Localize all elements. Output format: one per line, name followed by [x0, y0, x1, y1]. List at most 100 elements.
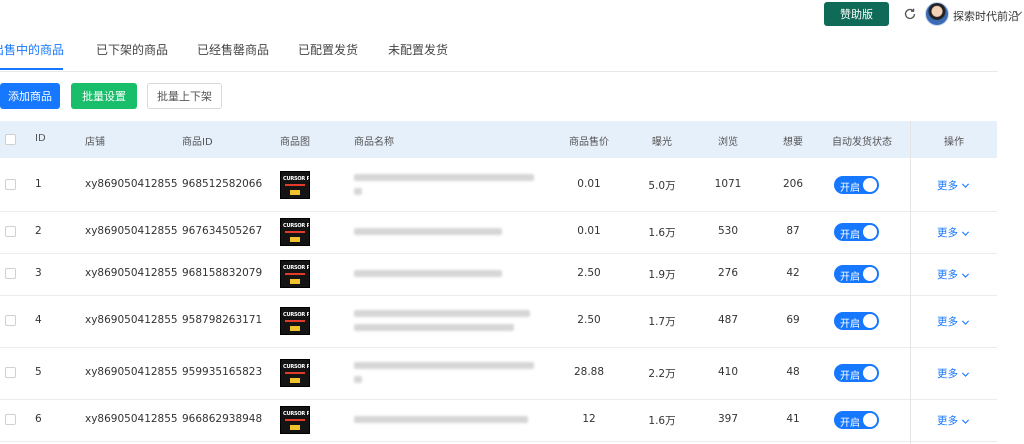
batch-settings-button[interactable]: 批量设置 — [71, 83, 137, 109]
product-image-text: CURSOR PRO — [283, 175, 310, 182]
chevron-down-icon — [961, 320, 970, 325]
more-button[interactable]: 更多 — [937, 413, 970, 428]
col-ops: 操作 — [944, 137, 964, 148]
add-product-button[interactable]: 添加商品 — [0, 83, 60, 109]
chevron-down-icon — [961, 183, 970, 188]
tab-on-sale[interactable]: 出售中的商品 — [0, 41, 64, 58]
auto-ship-toggle[interactable]: 开启 — [834, 312, 879, 330]
row-price: 28.88 — [573, 366, 605, 378]
tab-configured-shipping[interactable]: 已配置发货 — [298, 41, 358, 58]
col-auto-ship: 自动发货状态 — [832, 137, 892, 148]
more-button[interactable]: 更多 — [937, 314, 970, 329]
row-shop: xy869050412855 — [85, 225, 178, 237]
row-wants: 87 — [786, 225, 800, 237]
more-button[interactable]: 更多 — [937, 366, 970, 381]
product-name-blurred — [354, 362, 534, 390]
toggle-knob — [863, 225, 877, 239]
row-shop: xy869050412855 — [85, 314, 178, 326]
more-button[interactable]: 更多 — [937, 267, 970, 282]
refresh-icon[interactable] — [903, 7, 917, 21]
select-all-checkbox[interactable] — [5, 134, 16, 145]
product-image-text: CURSOR PRO — [283, 265, 310, 271]
auto-ship-toggle-label: 开启 — [840, 272, 860, 283]
auto-ship-toggle[interactable]: 开启 — [834, 265, 879, 283]
table-row: 2 xy869050412855 967634505267 CURSOR PRO… — [0, 211, 997, 254]
row-product-id: 959935165823 — [182, 366, 263, 378]
product-image[interactable]: CURSOR PRO — [280, 307, 310, 335]
product-image-stripe — [285, 419, 305, 421]
row-price: 12 — [582, 413, 596, 425]
product-image-stripe — [285, 320, 305, 322]
tab-off-shelf[interactable]: 已下架的商品 — [96, 41, 168, 58]
auto-ship-toggle[interactable]: 开启 — [834, 411, 879, 429]
row-shop: xy869050412855 — [85, 267, 178, 279]
top-bar: 赞助版 探索时代前沿 — [0, 0, 1024, 30]
col-id: ID — [35, 133, 46, 144]
product-image-text: CURSOR PRO — [283, 411, 310, 417]
auto-ship-toggle[interactable]: 开启 — [834, 175, 879, 194]
row-product-id: 958798263171 — [182, 314, 263, 326]
col-product-id: 商品ID — [182, 137, 213, 148]
row-views: 397 — [717, 413, 739, 425]
auto-ship-toggle[interactable]: 开启 — [834, 223, 879, 241]
tab-unconfigured-shipping[interactable]: 未配置发货 — [388, 41, 448, 58]
product-image-stripe — [285, 231, 305, 233]
more-button[interactable]: 更多 — [937, 225, 970, 240]
user-name[interactable]: 探索时代前沿 — [953, 8, 1019, 24]
row-views: 487 — [717, 314, 739, 326]
row-id: 4 — [35, 314, 42, 326]
toggle-knob — [863, 314, 877, 328]
product-image-text: CURSOR PRO — [283, 312, 310, 318]
product-image[interactable]: CURSOR PRO — [280, 406, 310, 434]
product-image[interactable]: CURSOR PRO — [280, 218, 310, 246]
col-name: 商品名称 — [354, 137, 394, 148]
toggle-knob — [863, 413, 877, 427]
product-image[interactable]: CURSOR PRO — [280, 170, 310, 199]
chevron-down-icon[interactable] — [1014, 9, 1023, 18]
more-button-label: 更多 — [937, 368, 958, 380]
row-checkbox[interactable] — [5, 226, 16, 237]
batch-shelf-toggle-button[interactable]: 批量上下架 — [147, 83, 222, 109]
product-image-badge — [290, 279, 300, 284]
product-name-blurred — [354, 270, 502, 284]
row-id: 5 — [35, 366, 42, 378]
auto-ship-toggle-label: 开启 — [840, 319, 860, 330]
tab-sold-out[interactable]: 已经售罄商品 — [197, 41, 269, 58]
row-product-id: 968512582066 — [182, 177, 263, 190]
row-wants: 69 — [786, 314, 800, 326]
chevron-down-icon — [961, 372, 970, 377]
row-checkbox[interactable] — [5, 367, 16, 378]
row-checkbox[interactable] — [5, 414, 16, 425]
col-image: 商品图 — [280, 137, 310, 148]
toggle-knob — [863, 267, 877, 281]
row-exposure: 2.2万 — [648, 368, 676, 380]
product-tabs: 出售中的商品 已下架的商品 已经售罄商品 已配置发货 未配置发货 — [0, 34, 998, 72]
product-image-text: CURSOR PRO — [283, 364, 310, 370]
toggle-knob — [863, 366, 877, 380]
product-image[interactable]: CURSOR PRO — [280, 260, 310, 288]
active-tab-indicator — [0, 68, 63, 70]
row-id: 3 — [35, 267, 42, 279]
product-image-badge — [290, 378, 300, 383]
row-checkbox[interactable] — [5, 178, 16, 190]
row-checkbox[interactable] — [5, 315, 16, 326]
table-row: 1 xy869050412855 968512582066 CURSOR PRO… — [0, 158, 997, 212]
avatar[interactable] — [925, 2, 949, 26]
sponsor-button[interactable]: 赞助版 — [824, 2, 889, 26]
row-product-id: 966862938948 — [182, 413, 263, 425]
row-wants: 206 — [782, 177, 804, 190]
col-shop: 店铺 — [85, 137, 105, 148]
auto-ship-toggle[interactable]: 开启 — [834, 364, 879, 382]
row-exposure: 1.6万 — [648, 227, 676, 239]
auto-ship-toggle-label: 开启 — [840, 230, 860, 241]
more-button-label: 更多 — [937, 179, 958, 192]
product-image[interactable]: CURSOR PRO — [280, 359, 310, 387]
row-wants: 41 — [786, 413, 800, 425]
product-image-stripe — [285, 183, 305, 186]
ops-column-divider — [910, 121, 911, 444]
row-checkbox[interactable] — [5, 268, 16, 279]
more-button[interactable]: 更多 — [937, 178, 970, 193]
col-wants: 想要 — [783, 137, 803, 148]
chevron-down-icon — [961, 231, 970, 236]
more-button-label: 更多 — [937, 415, 958, 427]
